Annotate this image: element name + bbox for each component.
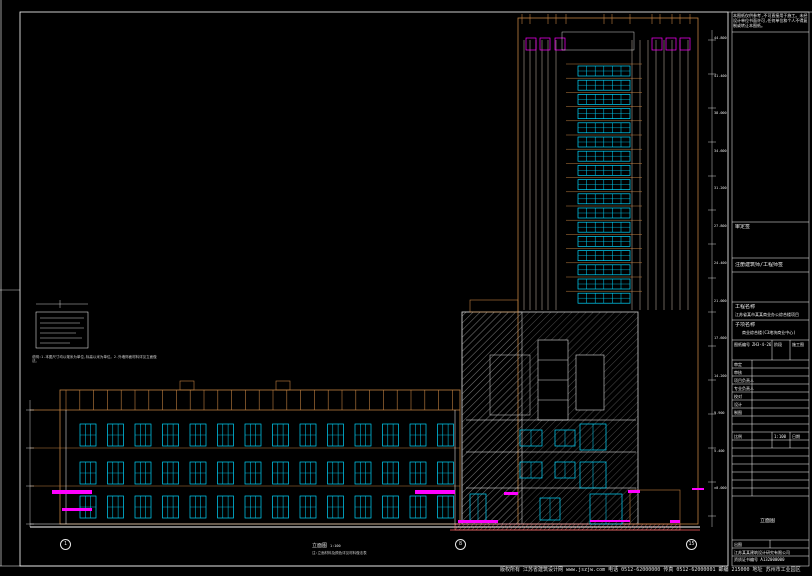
elevation-label: 38.000 [714,111,727,115]
scale-label: 比例 [734,434,742,439]
axis-marker-right: 15 [686,539,697,550]
title-block-row-role: 审核 [734,370,742,375]
scale-value: 1:100 [774,434,787,439]
elevation-label: 34.600 [714,148,727,153]
stamp-label: 审定签 [735,224,751,230]
project-label: 工程名称 [735,304,756,310]
elevation-label: 21.000 [714,298,727,303]
plot-label: 出图 [734,542,742,547]
sub-project-label: 子项名称 [735,322,756,328]
elevation-label: 14.200 [714,373,727,378]
left-dimension-ladder [26,400,34,527]
elevation-label: 17.600 [714,336,727,340]
elevation-label: 27.800 [714,223,727,228]
axis-marker-mid: 8 [455,539,466,550]
axis-marker-left: 1 [60,539,71,550]
elevation-caption-scale: 1:100 [330,544,341,548]
section-cut-block [454,299,681,531]
title-block-frame [731,11,810,567]
elevation-label: 44.800 [714,36,727,40]
sub-project-name: 商业综合楼(C3地块商业中心) [742,330,796,335]
elevation-label: 9.900 [714,411,725,415]
title-block-row-role: 项目负责人 [734,378,754,383]
elevation-label: ±0.000 [714,486,727,490]
elevation-label: 41.400 [714,73,727,78]
title-block-row-role: 设计 [734,402,742,407]
elevation-label: 5.400 [714,448,725,453]
footer-credits: 版权所有 江苏省建筑设计网 www.jszjw.com 电话 0512-6200… [500,567,801,573]
drawing-no: ZH3-4-26 [752,342,772,347]
title-block-row-role: 制图 [734,410,742,415]
cad-elevation-drawing [0,0,812,567]
elevation-label: 24.400 [714,261,727,265]
title-block-row-role: 校对 [734,394,742,399]
registration-label: 注册建筑师/工程师签 [735,262,784,268]
project-name: 江苏省某市某某商业办公综合楼项目 [735,312,799,317]
drawing-no-label: 图纸编号 [734,342,750,347]
elevation-label: 31.200 [714,186,727,190]
phase-label: 阶段 [774,342,782,347]
podium-facade [30,380,461,525]
sheet-title: 立面图 [760,518,776,524]
phase-value: 施工图 [792,342,804,347]
notes-text: 说明:1.本图尺寸均以毫米为单位,标高以米为单位。2.外墙饰面材料详见立面做法。 [32,355,157,363]
title-block-row-role: 审定 [734,362,742,367]
notes-panel [35,300,89,349]
company-cert: 资质证书编号 A132000000 [734,557,785,562]
elevation-caption: 立面图 1:100 [312,543,341,549]
date-label: 日期 [792,434,800,439]
title-block-row-role: 专业负责人 [734,386,754,391]
elevation-note: 注:立面材料及颜色详见材料做法表 [312,551,367,555]
elevation-caption-title: 立面图 [312,543,328,549]
title-block-header-note: 本图纸仅供参考,不可直接用于施工。未经设计单位书面许可,任何单位和个人不得复制或… [733,13,808,28]
company-name: 江苏某某建筑设计研究有限公司 [734,550,790,555]
